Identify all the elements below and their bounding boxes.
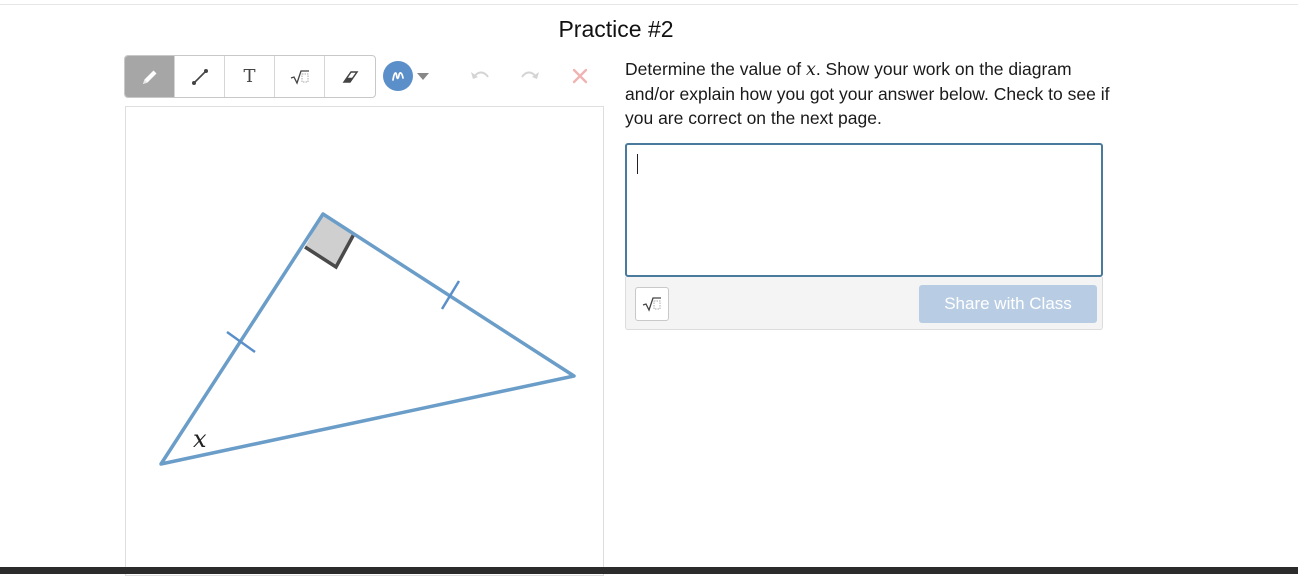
share-with-class-button[interactable]: Share with Class [919,285,1097,323]
math-icon [642,297,661,312]
tick-mark-left [226,330,256,354]
squiggle-icon [392,72,404,81]
question-variable: x [805,60,816,80]
angle-x-label: x [193,425,207,453]
response-footer: Share with Class [625,277,1103,330]
line-tool-button[interactable] [175,56,225,97]
math-icon [290,69,309,85]
color-swatch [383,61,413,91]
page-title: Practice #2 [558,16,674,42]
pencil-tool-button[interactable] [125,56,175,97]
question-prompt: Determine the value of x. Show your work… [625,57,1115,130]
tick-mark-right [440,280,461,310]
math-tool-button[interactable] [275,56,325,97]
right-angle-marker [305,214,354,267]
top-divider [0,4,1298,5]
eraser-tool-button[interactable] [325,56,375,97]
line-icon [191,68,208,85]
triangle [159,212,576,466]
drawing-canvas[interactable]: x [125,106,604,576]
text-tool-button[interactable]: T [225,56,275,97]
text-tool-icon: T [243,66,256,87]
insert-math-button[interactable] [635,287,669,321]
chevron-down-icon [417,72,429,80]
redo-icon [521,71,539,79]
eraser-icon [342,70,359,83]
undo-icon [471,71,489,79]
question-text-start: Determine the value of [625,59,806,79]
bottom-bar [0,567,1298,574]
response-textarea[interactable] [625,143,1103,277]
redo-button[interactable] [518,64,542,88]
color-picker[interactable] [383,61,431,91]
clear-icon [572,68,588,84]
triangle-diagram [159,212,576,466]
text-cursor [637,154,638,174]
pencil-icon [142,70,156,84]
undo-button[interactable] [468,64,492,88]
clear-button[interactable] [568,64,592,88]
drawing-toolbar: T [124,55,376,98]
